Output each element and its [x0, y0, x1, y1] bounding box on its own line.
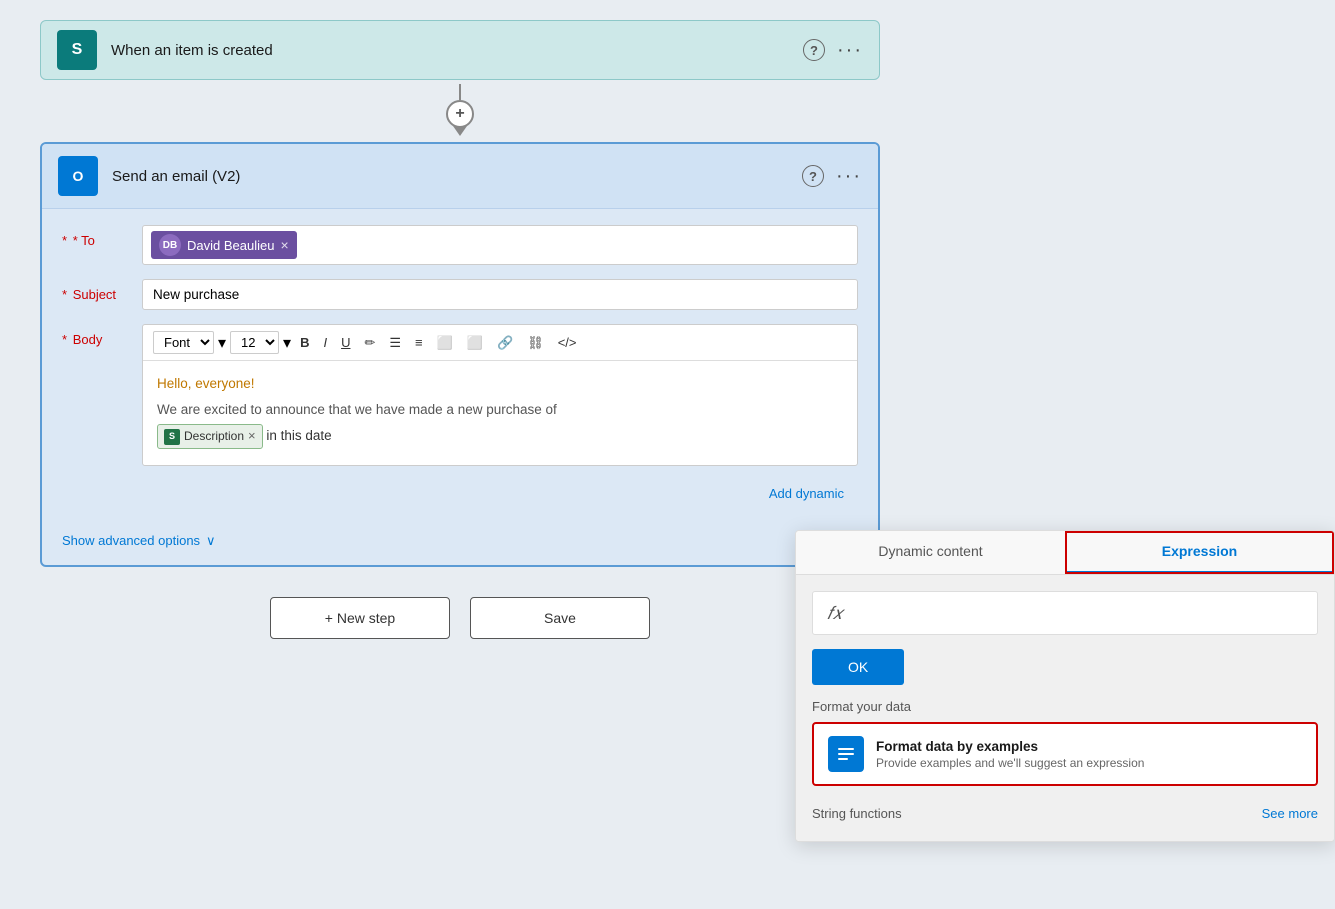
- body-row: * Body Font ▾ 12 ▾ B I: [62, 324, 858, 466]
- email-ellipsis-button[interactable]: ···: [836, 165, 862, 188]
- format-card[interactable]: Format data by examples Provide examples…: [812, 722, 1318, 786]
- email-card-title: Send an email (V2): [112, 168, 802, 185]
- person-tag[interactable]: DB David Beaulieu ×: [151, 231, 297, 259]
- body-toolbar: Font ▾ 12 ▾ B I U ✏ ☰ ≡ ⬜ ⬜: [143, 325, 857, 361]
- help-icon[interactable]: ?: [803, 39, 825, 61]
- format-card-icon: [828, 736, 864, 772]
- body-content[interactable]: Hello, everyone! We are excited to annou…: [143, 361, 857, 465]
- to-field[interactable]: DB David Beaulieu ×: [142, 225, 858, 265]
- bottom-buttons: + New step Save: [40, 597, 880, 639]
- chevron-down-icon: ∨: [206, 533, 216, 549]
- align-left-button[interactable]: ⬜: [432, 333, 458, 353]
- trigger-actions: ? ···: [803, 39, 863, 62]
- person-avatar: DB: [159, 234, 181, 256]
- font-select[interactable]: Font: [153, 331, 214, 354]
- step-connector: +: [40, 80, 880, 140]
- format-card-title: Format data by examples: [876, 739, 1144, 754]
- panel-body: 𝑓𝑥 OK Format your data Format data by ex…: [796, 575, 1334, 841]
- token-icon: S: [164, 429, 180, 445]
- italic-button[interactable]: I: [318, 333, 332, 352]
- expression-input[interactable]: [853, 606, 1303, 621]
- format-your-data-label: Format your data: [812, 699, 1318, 714]
- new-step-button[interactable]: + New step: [270, 597, 450, 639]
- string-functions-row: String functions See more: [812, 798, 1318, 825]
- link-button[interactable]: 🔗: [492, 333, 518, 353]
- body-container: Font ▾ 12 ▾ B I U ✏ ☰ ≡ ⬜ ⬜: [142, 324, 858, 466]
- subject-input[interactable]: [142, 279, 858, 310]
- subject-row: * Subject: [62, 279, 858, 310]
- connector-line-top: [459, 84, 461, 100]
- trigger-card[interactable]: S When an item is created ? ···: [40, 20, 880, 80]
- ok-button[interactable]: OK: [812, 649, 904, 685]
- add-step-button[interactable]: +: [446, 100, 474, 128]
- body-line-token: S Description × in this date: [157, 424, 843, 449]
- code-button[interactable]: </>: [553, 333, 582, 352]
- connector-arrow: [453, 126, 467, 136]
- ordered-list-button[interactable]: ≡: [410, 333, 428, 352]
- panel-tabs: Dynamic content Expression: [796, 531, 1334, 575]
- format-card-text: Format data by examples Provide examples…: [876, 739, 1144, 770]
- tab-dynamic-content[interactable]: Dynamic content: [796, 531, 1065, 574]
- email-card-actions: ? ···: [802, 165, 862, 188]
- token-label: Description: [184, 427, 244, 446]
- fx-symbol: 𝑓𝑥: [827, 603, 843, 624]
- format-card-description: Provide examples and we'll suggest an ex…: [876, 756, 1144, 770]
- right-panel: Dynamic content Expression 𝑓𝑥 OK Format …: [795, 530, 1335, 842]
- to-row: * * To DB David Beaulieu ×: [62, 225, 858, 265]
- trigger-title: When an item is created: [111, 42, 803, 59]
- fx-input-area[interactable]: 𝑓𝑥: [812, 591, 1318, 635]
- to-label: * * To: [62, 225, 142, 248]
- body-line-hello: Hello, everyone!: [157, 373, 843, 395]
- body-line-announce: We are excited to announce that we have …: [157, 399, 843, 421]
- add-dynamic-link[interactable]: Add dynamic: [62, 480, 858, 507]
- person-name: David Beaulieu: [187, 238, 274, 253]
- unlink-button[interactable]: ⛓: [522, 333, 549, 353]
- align-right-button[interactable]: ⬜: [462, 333, 488, 353]
- email-card-header: O Send an email (V2) ? ···: [42, 144, 878, 209]
- dynamic-token[interactable]: S Description ×: [157, 424, 263, 449]
- token-remove-button[interactable]: ×: [248, 426, 256, 447]
- flow-area: S When an item is created ? ··· + O Send…: [0, 0, 900, 909]
- body-after-token: in this date: [266, 428, 331, 443]
- font-size-select[interactable]: 12: [230, 331, 279, 354]
- show-advanced-options[interactable]: Show advanced options ∨: [42, 523, 878, 565]
- trigger-icon: S: [57, 30, 97, 70]
- email-card: O Send an email (V2) ? ··· * * To DB: [40, 142, 880, 567]
- underline-button[interactable]: U: [336, 333, 355, 352]
- see-more-link[interactable]: See more: [1262, 806, 1318, 821]
- email-help-icon[interactable]: ?: [802, 165, 824, 187]
- save-button[interactable]: Save: [470, 597, 650, 639]
- subject-label: * Subject: [62, 279, 142, 302]
- remove-person-button[interactable]: ×: [280, 237, 288, 253]
- unordered-list-button[interactable]: ☰: [384, 333, 406, 353]
- email-icon: O: [58, 156, 98, 196]
- dropdown-arrow-icon: ▾: [218, 333, 226, 353]
- tab-expression[interactable]: Expression: [1065, 531, 1334, 574]
- ellipsis-button[interactable]: ···: [837, 39, 863, 62]
- email-card-body: * * To DB David Beaulieu × *: [42, 209, 878, 523]
- size-dropdown-icon: ▾: [283, 333, 291, 353]
- highlight-button[interactable]: ✏: [359, 333, 380, 353]
- bold-button[interactable]: B: [295, 333, 314, 352]
- string-functions-label: String functions: [812, 806, 902, 821]
- body-label: * Body: [62, 324, 142, 347]
